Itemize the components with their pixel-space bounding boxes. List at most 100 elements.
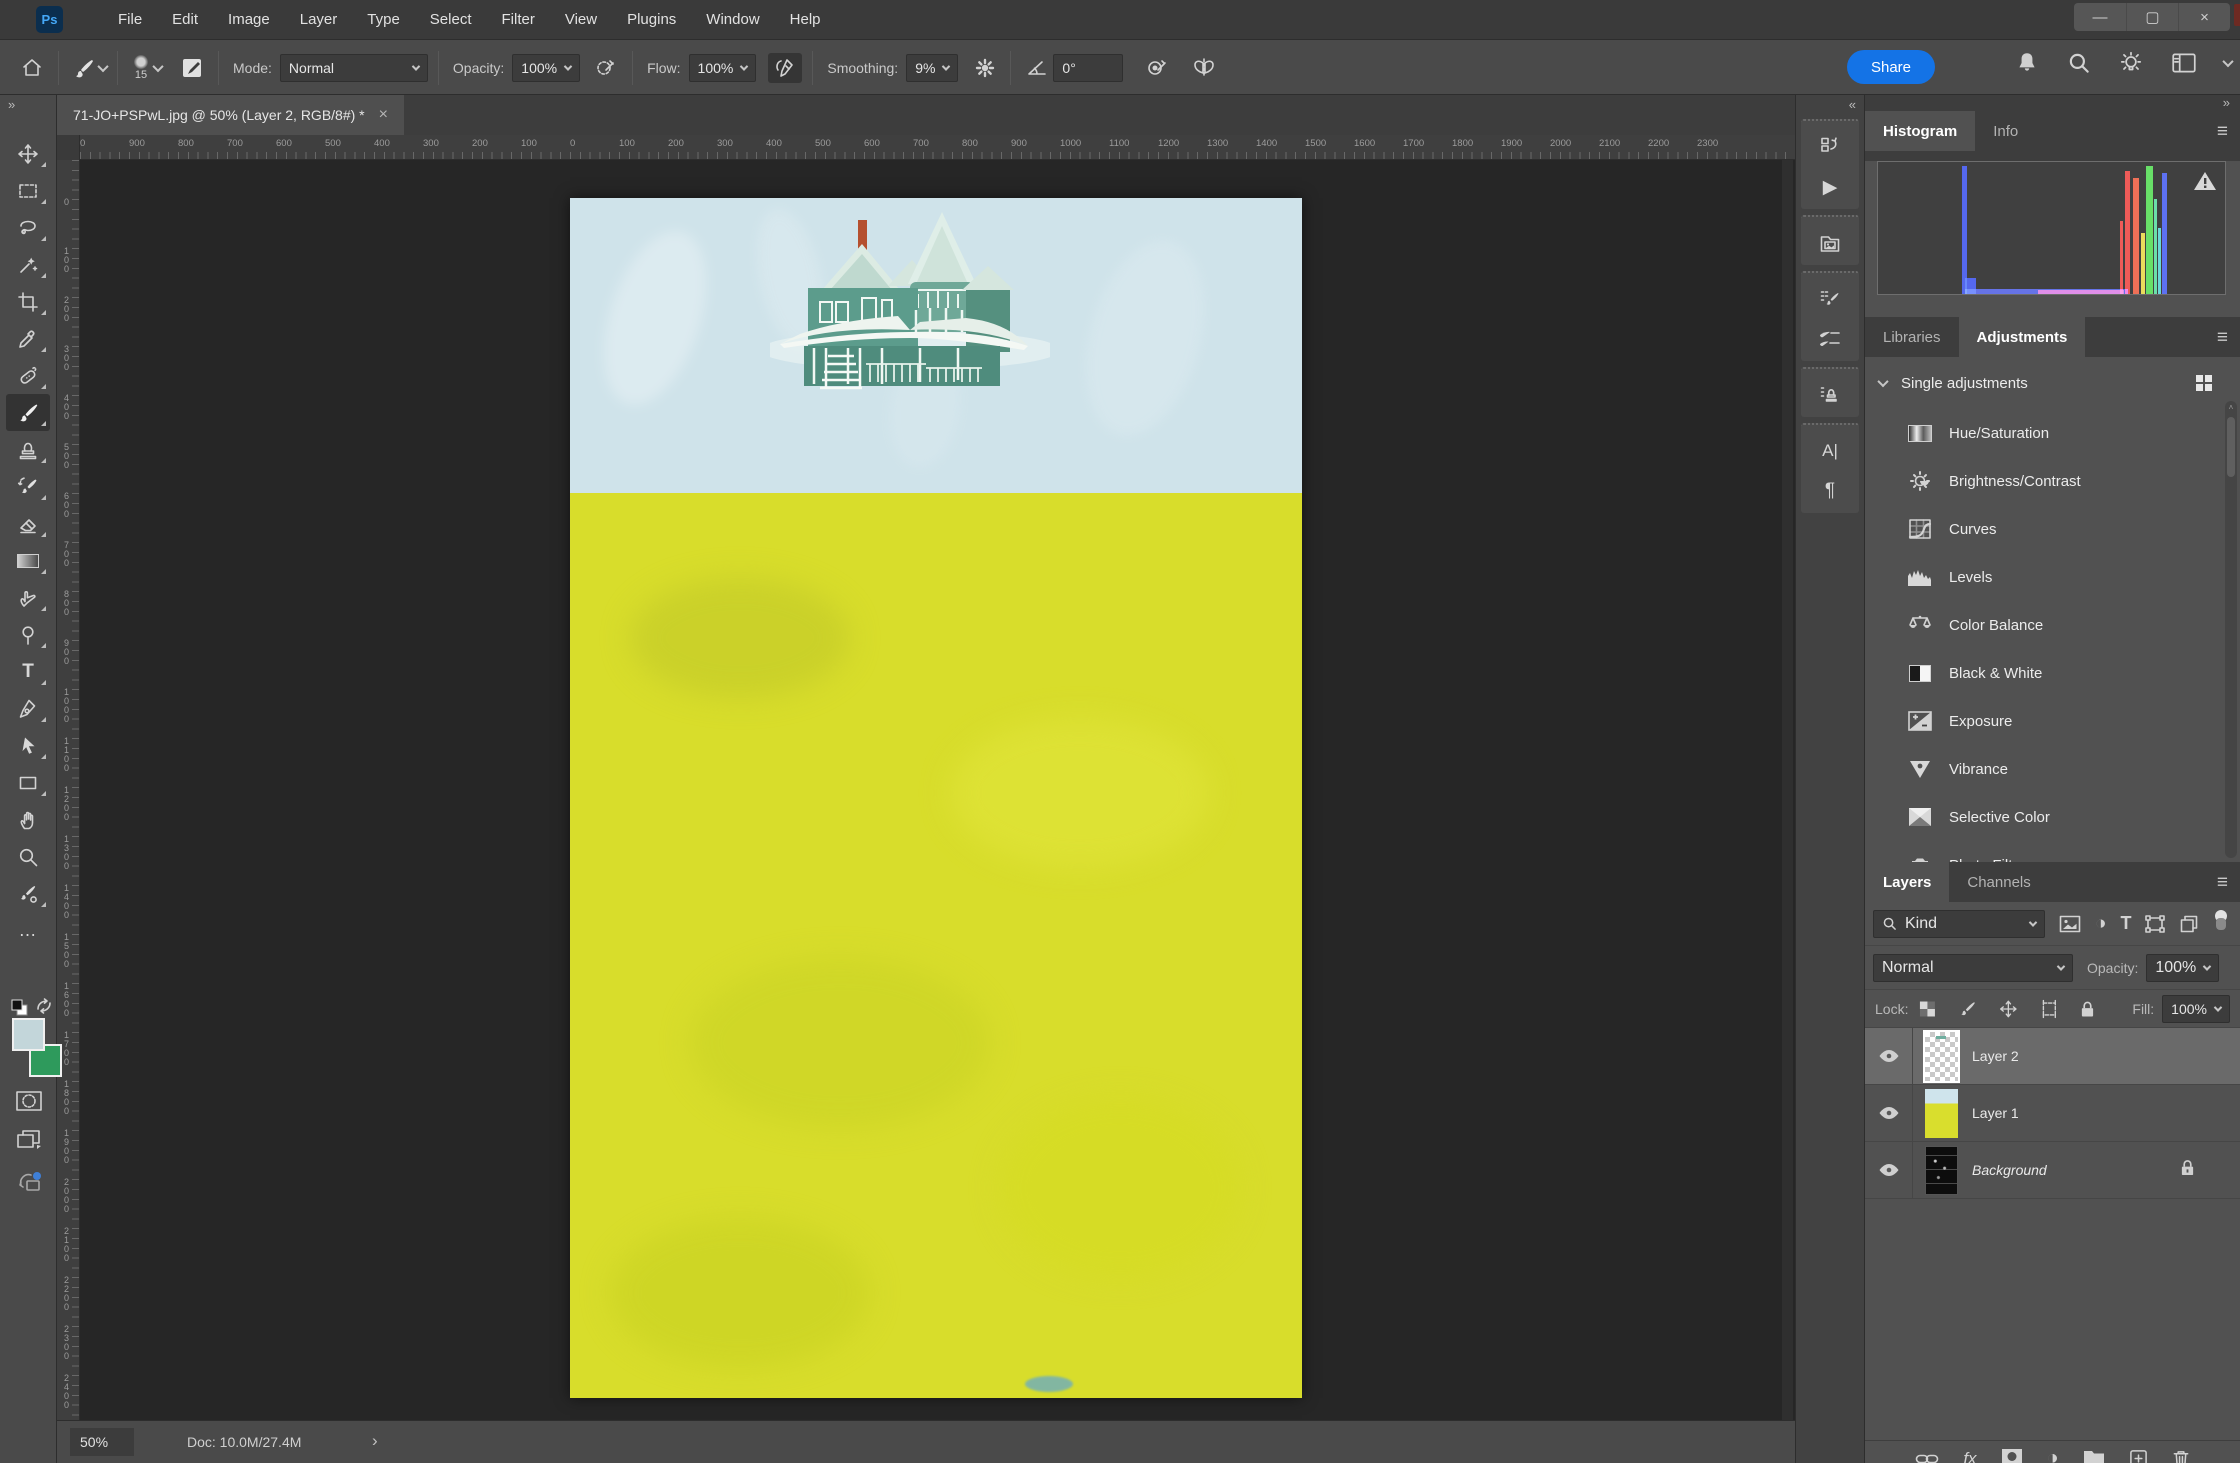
adjustment-brightness-contrast[interactable]: Brightness/Contrast	[1865, 457, 2240, 505]
adjustment-hue-saturation[interactable]: Hue/Saturation	[1865, 409, 2240, 457]
adjustment-levels[interactable]: Levels	[1865, 553, 2240, 601]
libraries-panel-icon[interactable]	[1801, 223, 1859, 263]
dock-expand-icon[interactable]: «	[1849, 97, 1856, 112]
menu-plugins[interactable]: Plugins	[612, 0, 691, 40]
visibility-eye-icon[interactable]	[1865, 1085, 1913, 1141]
menu-layer[interactable]: Layer	[285, 0, 353, 40]
panel-menu-icon[interactable]: ≡	[2217, 121, 2228, 143]
chevron-down-icon[interactable]	[2222, 55, 2234, 68]
layer-thumbnail[interactable]	[1925, 1088, 1958, 1138]
layer-filtering-toggle[interactable]	[2213, 909, 2229, 938]
status-options-chevron[interactable]: ›	[372, 1431, 378, 1451]
actions-panel-icon[interactable]: ▶	[1801, 167, 1859, 207]
eraser-tool[interactable]	[6, 505, 50, 542]
single-adjustments-header[interactable]: Single adjustments	[1865, 357, 2240, 409]
filter-pixel-layers-icon[interactable]	[2059, 915, 2081, 933]
layer-row-background[interactable]: Background	[1865, 1142, 2240, 1199]
home-icon[interactable]	[16, 53, 48, 83]
dodge-tool[interactable]	[6, 616, 50, 653]
adjustment-curves[interactable]: Curves	[1865, 505, 2240, 553]
scrollbar-thumb[interactable]	[2227, 417, 2235, 477]
filter-adjustment-layers-icon[interactable]: ◑	[2095, 913, 2106, 935]
crop-tool[interactable]	[6, 283, 50, 320]
layer-opacity-field[interactable]: 100%	[2146, 953, 2220, 982]
lock-transparent-pixels-icon[interactable]	[1915, 997, 1940, 1021]
paint-symmetry-butterfly-icon[interactable]	[1187, 53, 1221, 83]
tab-channels[interactable]: Channels	[1949, 862, 2048, 902]
toggle-brush-settings-icon[interactable]	[176, 53, 208, 83]
filter-smart-objects-icon[interactable]	[2179, 914, 2199, 934]
brush-tool[interactable]	[6, 394, 50, 431]
filter-type-layers-icon[interactable]: T	[2120, 913, 2131, 934]
adjustment-black-white[interactable]: Black & White	[1865, 649, 2240, 697]
edit-toolbar-ellipsis[interactable]: …	[6, 912, 50, 949]
canvas-vertical-scrollbar[interactable]	[1782, 160, 1793, 1420]
brush-settings-panel-icon[interactable]	[1801, 279, 1859, 319]
tab-histogram[interactable]: Histogram	[1865, 111, 1976, 151]
layer-styles-fx-icon[interactable]: fx	[1963, 1449, 1976, 1463]
history-brush-tool[interactable]	[6, 468, 50, 505]
pressure-size-icon[interactable]	[1141, 53, 1173, 83]
mixer-brush-tool[interactable]	[6, 875, 50, 912]
screen-mode-icon[interactable]	[15, 1128, 43, 1152]
smoothing-options-gear-icon[interactable]	[970, 53, 1000, 83]
layer-name[interactable]: Background	[1972, 1162, 2047, 1178]
layer-thumbnail[interactable]	[1923, 1029, 1960, 1083]
workspace-switcher-icon[interactable]	[2170, 50, 2198, 76]
tab-adjustments[interactable]: Adjustments	[1958, 317, 2086, 357]
vertical-ruler[interactable]: 0 100 200 300 400 500 600 700 800 900 1000 1100 1200…	[57, 160, 80, 1420]
type-tool[interactable]: T	[6, 653, 50, 690]
layer-name[interactable]: Layer 1	[1972, 1105, 2019, 1121]
menu-filter[interactable]: Filter	[487, 0, 550, 40]
menu-help[interactable]: Help	[775, 0, 836, 40]
pen-tool[interactable]	[6, 690, 50, 727]
menu-image[interactable]: Image	[213, 0, 285, 40]
adjustments-grid-view-icon[interactable]	[2194, 373, 2214, 398]
menu-view[interactable]: View	[550, 0, 612, 40]
history-panel-icon[interactable]	[1801, 127, 1859, 167]
pasteboard[interactable]	[80, 160, 1795, 1420]
quick-mask-mode-icon[interactable]	[15, 1090, 43, 1112]
panel-menu-icon[interactable]: ≡	[2217, 872, 2228, 894]
move-tool[interactable]	[6, 135, 50, 172]
layer-name[interactable]: Layer 2	[1972, 1048, 2019, 1064]
eyedropper-tool[interactable]	[6, 320, 50, 357]
toolbar-expand-icon[interactable]: »	[8, 97, 15, 112]
close-button[interactable]: ×	[2178, 3, 2230, 31]
adjustment-photo-filter[interactable]: Photo Filter	[1865, 841, 2240, 862]
lock-all-icon[interactable]	[2076, 997, 2099, 1021]
new-group-folder-icon[interactable]	[2083, 1448, 2105, 1463]
object-selection-tool[interactable]	[6, 246, 50, 283]
layer-thumbnail[interactable]	[1925, 1145, 1958, 1195]
layer-row-layer-1[interactable]: Layer 1	[1865, 1085, 2240, 1142]
gradient-tool[interactable]	[6, 542, 50, 579]
tab-layers[interactable]: Layers	[1865, 862, 1950, 902]
pressure-opacity-icon[interactable]	[590, 53, 622, 83]
filter-shape-layers-icon[interactable]	[2145, 914, 2166, 933]
brush-tool-preset-icon[interactable]	[69, 53, 99, 83]
minimize-button[interactable]: —	[2074, 3, 2126, 31]
lock-artboard-icon[interactable]	[2036, 997, 2063, 1021]
lock-image-pixels-icon[interactable]	[1954, 997, 1981, 1021]
add-layer-mask-icon[interactable]	[2001, 1448, 2023, 1463]
adjustment-color-balance[interactable]: Color Balance	[1865, 601, 2240, 649]
sync-rotate-view-icon[interactable]	[15, 1167, 45, 1195]
path-selection-tool[interactable]	[6, 727, 50, 764]
discover-lightbulb-icon[interactable]	[2118, 50, 2144, 76]
clone-source-panel-icon[interactable]	[1801, 375, 1859, 415]
lock-position-icon[interactable]	[1995, 997, 2022, 1021]
maximize-button[interactable]: ▢	[2126, 3, 2178, 31]
spot-healing-brush-tool[interactable]	[6, 357, 50, 394]
link-layers-icon[interactable]	[1915, 1451, 1939, 1463]
share-button[interactable]: Share	[1846, 50, 1935, 84]
new-layer-icon[interactable]	[2129, 1449, 2148, 1463]
smudge-tool[interactable]	[6, 579, 50, 616]
fill-field[interactable]: 100%	[2162, 994, 2230, 1023]
visibility-eye-icon[interactable]	[1865, 1028, 1913, 1084]
notifications-bell-icon[interactable]	[2014, 50, 2040, 76]
document-tab[interactable]: 71-JO+PSPwL.jpg @ 50% (Layer 2, RGB/8#) …	[57, 95, 404, 135]
hand-tool[interactable]	[6, 801, 50, 838]
menu-window[interactable]: Window	[691, 0, 774, 40]
search-icon[interactable]	[2066, 50, 2092, 76]
tab-info[interactable]: Info	[1975, 111, 2036, 151]
